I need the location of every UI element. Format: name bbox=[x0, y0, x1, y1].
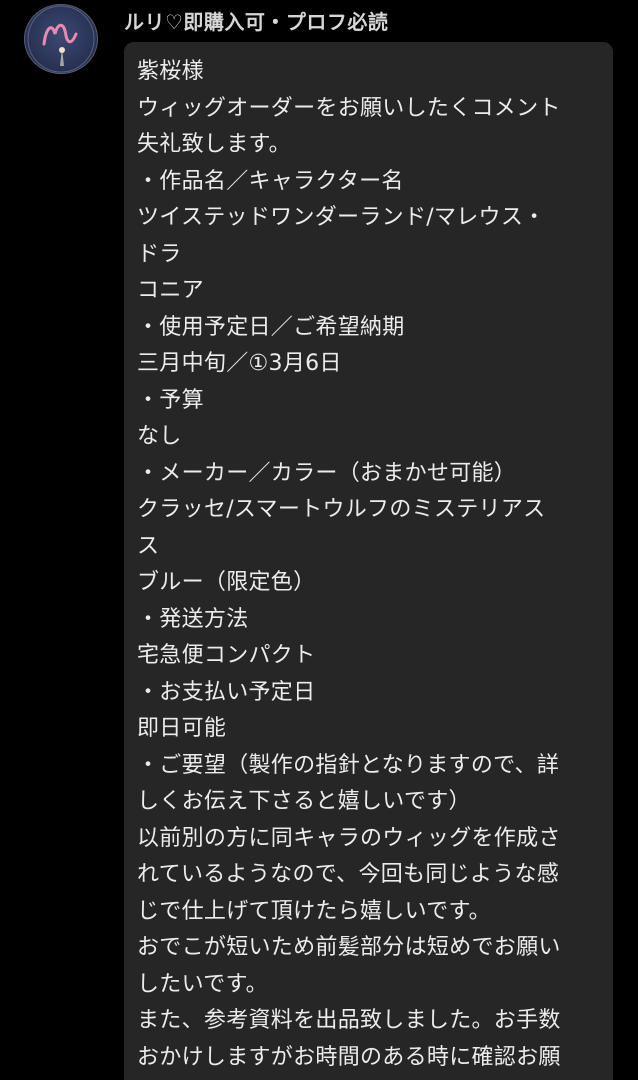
message-line: ・お支払い予定日 bbox=[137, 679, 316, 705]
message-line: い致します。 bbox=[137, 1076, 603, 1080]
message-line: れているようなので、今回も同じような感 bbox=[137, 862, 560, 887]
message-line: 三月中旬／①3月6日 bbox=[137, 351, 342, 376]
message-line: また、参考資料を出品致しました。お手数 bbox=[137, 1008, 561, 1033]
message-line: ドラ bbox=[137, 241, 182, 267]
sender-name[interactable]: ルリ♡即購入可・プロフ必読 bbox=[124, 6, 388, 35]
message-line: おでこが短いため前髪部分は短めでお願い bbox=[137, 935, 561, 960]
message-line: なし bbox=[137, 424, 182, 449]
avatar-monogram-icon bbox=[27, 5, 95, 73]
message-line: ・予算 bbox=[137, 387, 204, 413]
message-line: 以前別の方に同キャラのウィッグを作成さ bbox=[137, 825, 561, 851]
message-line: おかけしますがお時間のある時に確認お願 bbox=[137, 1044, 561, 1070]
message-line: 即日可能 bbox=[137, 716, 227, 741]
message-line: 失礼致します。 bbox=[137, 132, 291, 157]
message-line: ・発送方法 bbox=[137, 606, 249, 632]
message-line: コニア bbox=[137, 278, 204, 303]
message-bubble: 紫桜様ウィッグオーダーをお願いしたくコメント 失礼致します。・作品名／キャラクター… bbox=[124, 42, 613, 1080]
message-line: ツイステッドワンダーランド/マレウス・ bbox=[137, 205, 546, 230]
message-line: ス bbox=[137, 533, 160, 559]
message-line: ・ご要望（製作の指針となりますので、詳 bbox=[137, 752, 560, 778]
avatar[interactable] bbox=[24, 4, 98, 74]
message-line: クラッセ/スマートウルフのミステリアス bbox=[137, 497, 546, 522]
message-line: ・メーカー／カラー（おまかせ可能） bbox=[137, 460, 517, 486]
message-line: 紫桜様 bbox=[137, 59, 204, 84]
message-line: じで仕上げて頂けたら嬉しいです。 bbox=[137, 898, 491, 924]
chat-screen: ルリ♡即購入可・プロフ必読 紫桜様ウィッグオーダーをお願いしたくコメント 失礼致し… bbox=[0, 0, 638, 1080]
message-line: ウィッグオーダーをお願いしたくコメント bbox=[137, 95, 561, 121]
message-line: しくお伝え下さると嬉しいです） bbox=[137, 789, 471, 814]
message-line: ブルー（限定色） bbox=[137, 570, 316, 595]
message-line: ・作品名／キャラクター名 bbox=[137, 168, 404, 194]
message-line: したいです。 bbox=[137, 971, 268, 997]
message-line: ・使用予定日／ご希望納期 bbox=[137, 314, 405, 340]
message-line: 宅急便コンパクト bbox=[137, 643, 316, 668]
